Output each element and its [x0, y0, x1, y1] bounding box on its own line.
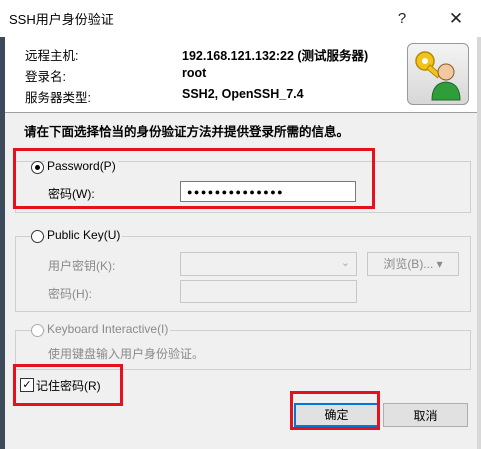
keyboard-radio-label[interactable]: Keyboard Interactive(I): [45, 322, 171, 336]
key-passphrase-label: 密码(H):: [48, 287, 92, 301]
password-radio[interactable]: [31, 161, 44, 174]
keyboard-desc: 使用键盘输入用户身份验证。: [48, 347, 205, 361]
publickey-radio[interactable]: [31, 230, 44, 243]
host-label: 远程主机:: [25, 49, 79, 63]
close-button[interactable]: ✕: [436, 4, 476, 34]
chevron-down-icon: ⌄: [340, 257, 350, 269]
server-type-label: 服务器类型:: [25, 91, 91, 105]
password-input[interactable]: ●●●●●●●●●●●●●●: [180, 181, 356, 202]
user-label: 登录名:: [25, 70, 66, 84]
ok-button[interactable]: 确定: [294, 403, 379, 427]
keys-user-icon: [407, 43, 469, 105]
browse-button[interactable]: 浏览(B)... ▾: [367, 252, 459, 276]
server-type-value: SSH2, OpenSSH_7.4: [182, 87, 304, 101]
user-key-label: 用户密钥(K):: [48, 259, 116, 273]
password-field-label: 密码(W):: [48, 187, 95, 201]
keyboard-radio[interactable]: [31, 324, 44, 337]
help-button[interactable]: ?: [382, 4, 422, 34]
publickey-radio-label[interactable]: Public Key(U): [45, 228, 123, 242]
user-key-select[interactable]: ⌄: [180, 252, 357, 276]
window-title: SSH用户身份验证: [9, 12, 114, 27]
cancel-button[interactable]: 取消: [383, 403, 468, 427]
window-border: [477, 37, 481, 449]
remember-label[interactable]: 记住密码(R): [36, 377, 101, 394]
info-panel: 远程主机: 192.168.121.132:22 (测试服务器) 登录名: ro…: [5, 37, 477, 113]
remember-checkbox[interactable]: ✓: [20, 378, 34, 392]
password-radio-label[interactable]: Password(P): [45, 159, 118, 173]
instruction-text: 请在下面选择恰当的身份验证方法并提供登录所需的信息。: [24, 125, 350, 139]
key-passphrase-input[interactable]: [180, 280, 357, 303]
host-value: 192.168.121.132:22 (测试服务器): [182, 49, 369, 63]
user-value: root: [182, 66, 207, 80]
title-bar: SSH用户身份验证 ? ✕: [0, 0, 481, 37]
dialog-body: 远程主机: 192.168.121.132:22 (测试服务器) 登录名: ro…: [5, 37, 477, 449]
